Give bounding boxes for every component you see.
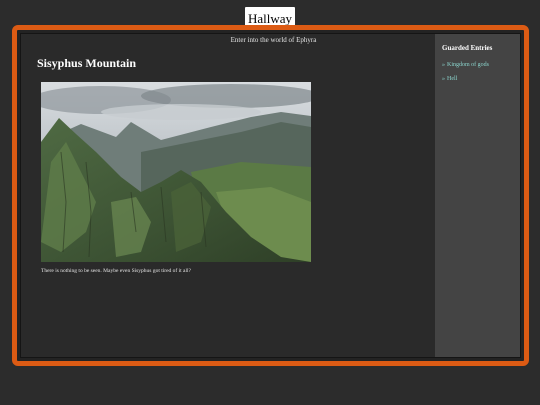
bullet-icon: » bbox=[442, 62, 445, 68]
page-title: Sisyphus Mountain bbox=[37, 56, 137, 70]
sidebar-item-hell[interactable]: » Hell bbox=[442, 76, 489, 82]
mountain-photo bbox=[41, 82, 311, 262]
frame-inner: Sisyphus Mountain There is nothing to be… bbox=[20, 33, 521, 358]
main-panel: Sisyphus Mountain There is nothing to be… bbox=[21, 34, 441, 357]
app-frame: Sisyphus Mountain There is nothing to be… bbox=[12, 25, 529, 366]
sidebar-list: » Kingdom of gods » Hell bbox=[442, 62, 489, 90]
page-subtitle: Enter into the world of Ephyra bbox=[230, 36, 317, 44]
sidebar-item-label: Kingdom of gods bbox=[447, 62, 489, 68]
sidebar-title: Guarded Entries bbox=[442, 44, 493, 52]
photo-caption: There is nothing to be seen. Maybe even … bbox=[41, 268, 191, 274]
sidebar-item-kingdom-of-gods[interactable]: » Kingdom of gods bbox=[442, 62, 489, 68]
sidebar: Guarded Entries » Kingdom of gods » Hell bbox=[435, 34, 520, 357]
bullet-icon: » bbox=[442, 76, 445, 82]
sidebar-item-label: Hell bbox=[447, 76, 458, 82]
